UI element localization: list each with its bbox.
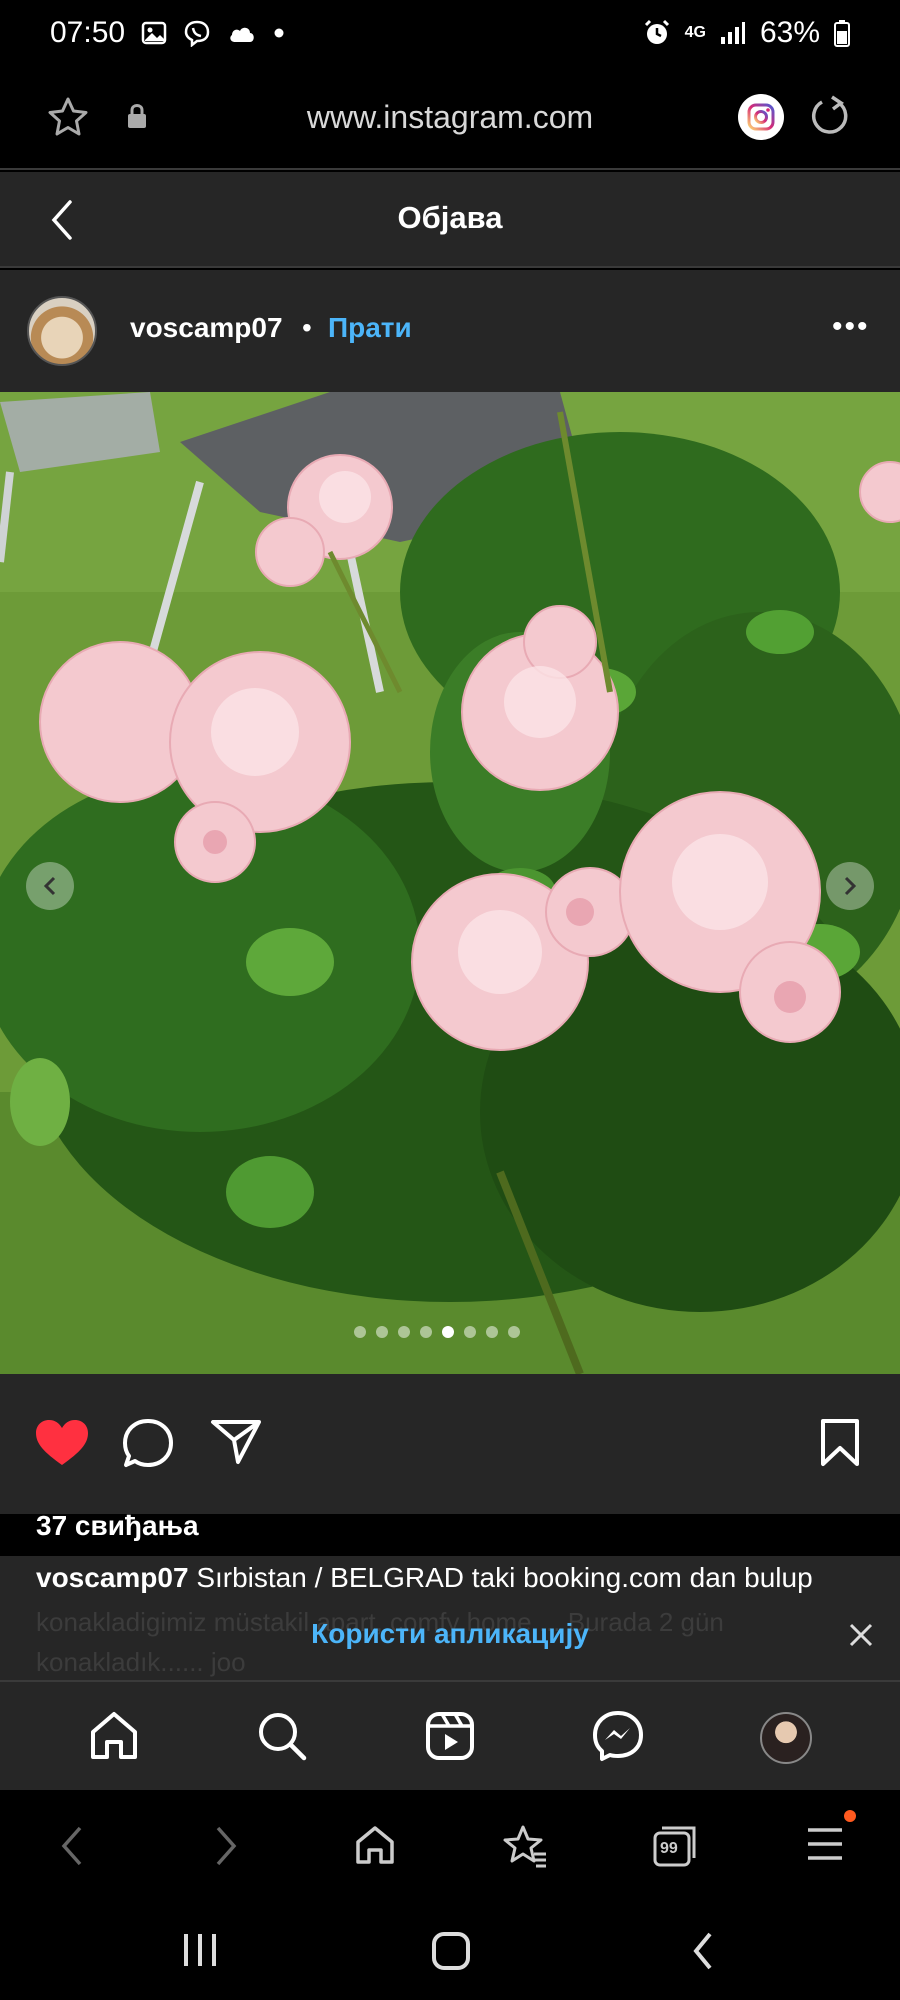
gallery-icon [141, 20, 167, 46]
post-actions: 37 свиђања [0, 1374, 900, 1541]
instagram-bottom-nav [0, 1680, 900, 1790]
bookmark-icon[interactable] [818, 1418, 862, 1473]
lock-icon [126, 102, 148, 135]
carousel-dot [486, 1326, 498, 1338]
carousel-dot [354, 1326, 366, 1338]
carousel-dot [420, 1326, 432, 1338]
follow-button[interactable]: Прати [328, 312, 412, 344]
instagram-icon[interactable] [738, 94, 784, 140]
close-icon[interactable] [848, 1622, 874, 1653]
reload-icon[interactable] [806, 94, 852, 145]
bookmarks-icon[interactable] [502, 1824, 548, 1873]
menu-icon[interactable] [806, 1824, 844, 1869]
carousel-dot [376, 1326, 388, 1338]
post-caption: voscamp07 Sırbistan / BELGRAD taki booki… [0, 1556, 900, 1680]
post-header: Објава [0, 172, 900, 268]
back-icon[interactable] [56, 1824, 88, 1873]
dot-icon [273, 27, 285, 39]
carousel-dot [508, 1326, 520, 1338]
roses-image [0, 392, 900, 1374]
browser-bottom-nav: 99 [0, 1790, 900, 1900]
caption-text: voscamp07 Sırbistan / BELGRAD taki booki… [36, 1562, 813, 1594]
browser-url-bar: www.instagram.com [0, 66, 900, 170]
network-type: 4G [684, 24, 706, 41]
status-time: 07:50 [50, 16, 126, 49]
like-heart-icon[interactable] [34, 1418, 90, 1473]
forward-icon[interactable] [210, 1824, 242, 1873]
page-title: Објава [397, 200, 503, 235]
signal-icon [720, 21, 746, 45]
messenger-icon[interactable] [592, 1710, 644, 1767]
post-photo[interactable] [0, 392, 900, 1374]
carousel-indicator [354, 1326, 520, 1338]
system-back-icon[interactable] [688, 1930, 718, 1977]
carousel-prev-button[interactable] [26, 862, 74, 910]
search-icon[interactable] [256, 1710, 308, 1767]
more-options-icon[interactable]: ••• [832, 310, 870, 344]
tabs-icon[interactable]: 99 [652, 1824, 698, 1873]
use-app-link[interactable]: Користи апликацију [0, 1618, 900, 1650]
recent-apps-icon[interactable] [180, 1930, 220, 1975]
author-username[interactable]: voscamp07 [130, 312, 283, 344]
battery-percent: 63% [759, 16, 820, 49]
star-icon[interactable] [46, 96, 90, 143]
reels-icon[interactable] [424, 1710, 476, 1767]
home-icon[interactable] [354, 1824, 396, 1871]
likes-count[interactable]: 37 свиђања [36, 1510, 199, 1542]
carousel-dot [398, 1326, 410, 1338]
caption-faded-more: joo [210, 1647, 246, 1677]
status-bar: 07:50 4G 63% [0, 0, 900, 66]
home-button-icon[interactable] [430, 1930, 472, 1977]
cloud-icon [227, 22, 257, 44]
separator-dot: • [302, 312, 312, 343]
viber-icon [183, 19, 211, 47]
author-avatar[interactable] [27, 296, 97, 366]
home-icon[interactable] [88, 1710, 140, 1767]
caption-username[interactable]: voscamp07 [36, 1562, 189, 1593]
caption-body: Sırbistan / BELGRAD taki booking.com dan… [196, 1562, 813, 1593]
profile-avatar[interactable] [760, 1712, 812, 1764]
comment-icon[interactable] [122, 1418, 174, 1475]
carousel-dot [464, 1326, 476, 1338]
post-author-row: voscamp07 • Прати ••• [0, 270, 900, 392]
share-send-icon[interactable] [210, 1418, 262, 1471]
carousel-dot-active [442, 1326, 454, 1338]
notification-badge [844, 1810, 856, 1822]
system-nav-bar [0, 1900, 900, 2000]
battery-icon [834, 19, 850, 47]
carousel-next-button[interactable] [826, 862, 874, 910]
alarm-icon [643, 19, 671, 47]
tabs-count: 99 [660, 1840, 678, 1857]
